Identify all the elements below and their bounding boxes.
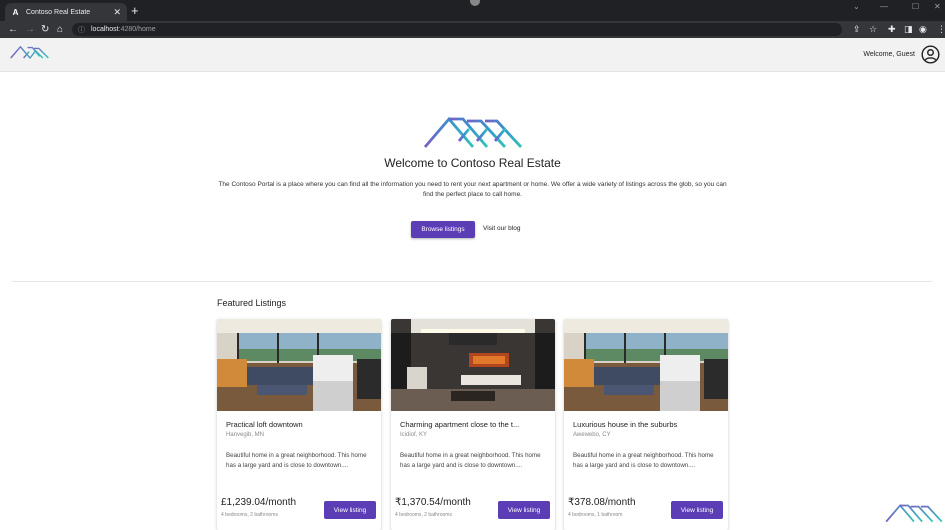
share-icon[interactable]: ⇪ bbox=[853, 23, 861, 36]
view-listing-button[interactable]: View listing bbox=[324, 501, 376, 519]
listing-location: Awewebo, CY bbox=[573, 432, 611, 438]
bookmark-star-icon[interactable]: ☆ bbox=[869, 23, 877, 36]
listing-description: Beautiful home in a great neighborhood. … bbox=[400, 452, 541, 469]
listing-location: Hanvegib, MN bbox=[226, 432, 265, 438]
maximize-icon[interactable]: ☐ bbox=[912, 2, 919, 11]
browse-listings-button[interactable]: Browse listings bbox=[411, 221, 475, 238]
tab-close-icon[interactable]: ✕ bbox=[113, 7, 121, 18]
featured-listings-title: Featured Listings bbox=[217, 298, 287, 308]
listing-location: Icidiof, KY bbox=[400, 432, 428, 438]
listing-title[interactable]: Luxurious house in the suburbs bbox=[573, 420, 713, 429]
listing-photo[interactable] bbox=[217, 319, 381, 411]
listing-description: Beautiful home in a great neighborhood. … bbox=[226, 452, 367, 469]
listing-price: ₹1,370.54/month bbox=[395, 497, 471, 508]
listing-card: Luxurious house in the suburbs Awewebo, … bbox=[564, 319, 728, 530]
browser-toolbar: ← → ↻ ⌂ ⓘ localhost :4280/home ⇪ ☆ ✚ ◨ ◉… bbox=[0, 21, 945, 38]
view-listing-button[interactable]: View listing bbox=[498, 501, 550, 519]
camera-indicator bbox=[470, 0, 480, 6]
listing-price: £1,239.04/month bbox=[221, 497, 297, 508]
tab-title: Contoso Real Estate bbox=[26, 8, 91, 16]
tab-search-icon[interactable]: ⌄ bbox=[853, 2, 860, 11]
browser-titlebar: A Contoso Real Estate ✕ + ⌄ — ☐ ✕ bbox=[0, 0, 945, 21]
hero-description: The Contoso Portal is a place where you … bbox=[218, 181, 727, 198]
angular-favicon-icon: A bbox=[12, 7, 19, 17]
logo-icon[interactable] bbox=[10, 45, 50, 59]
forward-icon[interactable]: → bbox=[25, 23, 35, 36]
listing-rooms: 4 bedrooms, 2 bathrooms bbox=[221, 512, 278, 518]
listing-card: Practical loft downtown Hanvegib, MN Bea… bbox=[217, 319, 381, 530]
listing-price: ₹378.08/month bbox=[568, 497, 636, 508]
reload-icon[interactable]: ↻ bbox=[41, 23, 49, 36]
app-header: Welcome, Guest bbox=[0, 38, 945, 72]
url-path: :4280/home bbox=[118, 26, 156, 33]
address-bar[interactable]: ⓘ localhost :4280/home bbox=[72, 23, 842, 36]
listing-photo[interactable] bbox=[391, 319, 555, 411]
side-panel-icon[interactable]: ◨ bbox=[904, 23, 913, 36]
visit-blog-link[interactable]: Visit our blog bbox=[483, 225, 520, 232]
minimize-icon[interactable]: — bbox=[880, 2, 888, 11]
view-listing-button[interactable]: View listing bbox=[671, 501, 723, 519]
browser-tab[interactable]: A Contoso Real Estate ✕ bbox=[5, 3, 127, 21]
hero-title: Welcome to Contoso Real Estate bbox=[384, 156, 561, 170]
listing-title[interactable]: Practical loft downtown bbox=[226, 420, 366, 429]
account-circle-icon[interactable] bbox=[921, 45, 940, 64]
extensions-icon[interactable]: ✚ bbox=[888, 23, 896, 36]
listing-rooms: 4 bedrooms, 2 bathrooms bbox=[395, 512, 452, 518]
listing-title[interactable]: Charming apartment close to the t... bbox=[400, 420, 540, 429]
hero-logo-icon bbox=[423, 116, 523, 148]
new-tab-icon[interactable]: + bbox=[131, 3, 139, 18]
back-icon[interactable]: ← bbox=[8, 23, 18, 36]
profile-icon[interactable]: ◉ bbox=[919, 23, 927, 36]
listing-card: Charming apartment close to the t... Ici… bbox=[391, 319, 555, 530]
section-divider bbox=[12, 281, 932, 282]
listing-photo[interactable] bbox=[564, 319, 728, 411]
footer-logo-icon bbox=[885, 504, 943, 523]
site-info-icon[interactable]: ⓘ bbox=[78, 25, 85, 35]
menu-kebab-icon[interactable]: ⋮ bbox=[937, 23, 945, 36]
close-window-icon[interactable]: ✕ bbox=[934, 2, 941, 11]
url-host: localhost bbox=[91, 26, 119, 33]
home-icon[interactable]: ⌂ bbox=[57, 23, 63, 36]
welcome-text: Welcome, Guest bbox=[863, 51, 915, 58]
listing-description: Beautiful home in a great neighborhood. … bbox=[573, 452, 714, 469]
listing-rooms: 4 bedrooms, 1 bathroom bbox=[568, 512, 623, 518]
